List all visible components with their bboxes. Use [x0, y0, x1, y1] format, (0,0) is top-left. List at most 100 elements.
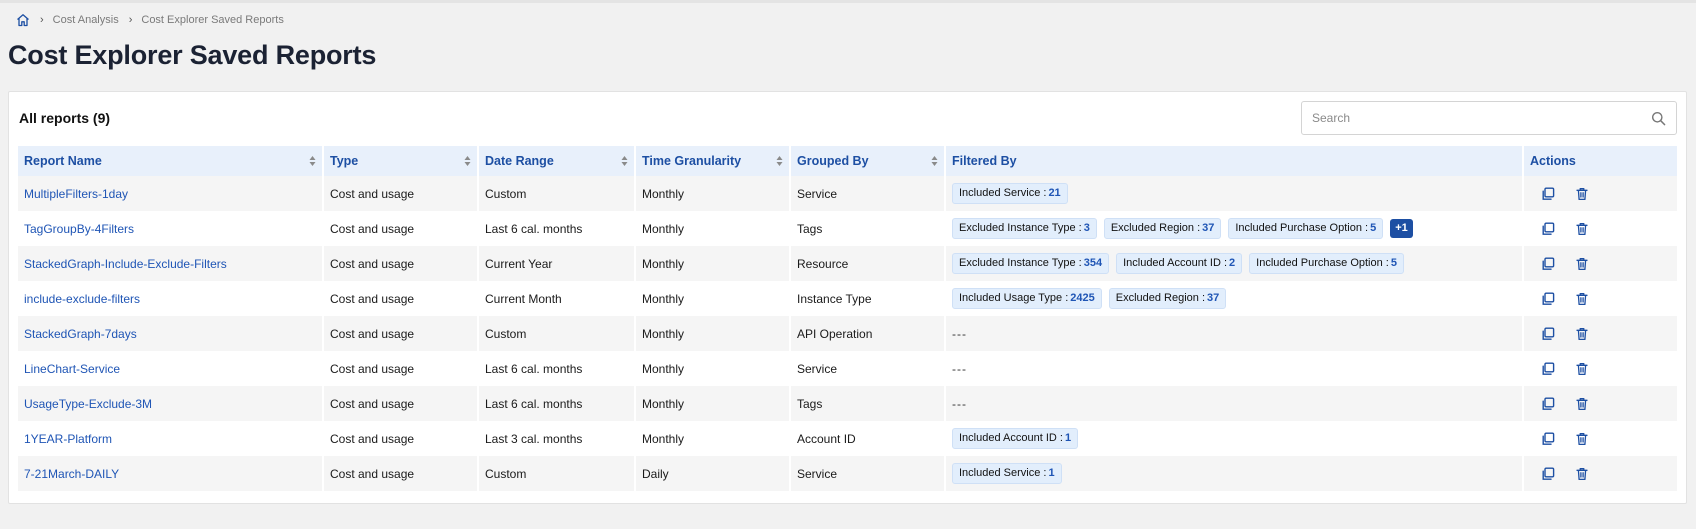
breadcrumb-item-current: Cost Explorer Saved Reports [141, 14, 284, 26]
cell-filtered-by: Included Account ID :1 [946, 421, 1524, 456]
cell-date-range: Custom [479, 316, 636, 351]
report-name-link[interactable]: 7-21March-DAILY [24, 467, 119, 481]
column-header-time-granularity[interactable]: Time Granularity [636, 146, 791, 176]
reports-count-title: All reports (9) [19, 110, 111, 126]
cell-report-name: 7-21March-DAILY [18, 456, 324, 491]
no-filters-placeholder: --- [952, 396, 967, 411]
trash-icon[interactable] [1574, 396, 1590, 412]
duplicate-icon[interactable] [1540, 396, 1556, 412]
filter-tag-label: Included Account ID : [959, 432, 1063, 444]
report-name-link[interactable]: StackedGraph-Include-Exclude-Filters [24, 257, 227, 271]
cell-grouped-by: Tags [791, 211, 946, 246]
trash-icon[interactable] [1574, 291, 1590, 307]
search-box [1301, 101, 1677, 135]
table-row: TagGroupBy-4Filters Cost and usage Last 6 … [18, 211, 1677, 246]
cell-actions [1524, 386, 1677, 421]
home-icon[interactable] [16, 13, 30, 27]
row-actions [1530, 466, 1671, 482]
trash-icon[interactable] [1574, 186, 1590, 202]
report-name-link[interactable]: include-exclude-filters [24, 292, 140, 306]
cell-date-range: Current Month [479, 281, 636, 316]
report-name-link[interactable]: MultipleFilters-1day [24, 187, 128, 201]
trash-icon[interactable] [1574, 326, 1590, 342]
duplicate-icon[interactable] [1540, 466, 1556, 482]
duplicate-icon[interactable] [1540, 326, 1556, 342]
table-row: 7-21March-DAILY Cost and usage Custom Daily… [18, 456, 1677, 491]
report-name-link[interactable]: LineChart-Service [24, 362, 120, 376]
cell-grouped-by: Resource [791, 246, 946, 281]
filter-tag-count: 354 [1083, 257, 1103, 269]
cell-type: Cost and usage [324, 456, 479, 491]
table-row: include-exclude-filters Cost and usage Cur… [18, 281, 1677, 316]
cell-report-name: UsageType-Exclude-3M [18, 386, 324, 421]
cell-grouped-by: Service [791, 176, 946, 211]
trash-icon[interactable] [1574, 221, 1590, 237]
trash-icon[interactable] [1574, 466, 1590, 482]
duplicate-icon[interactable] [1540, 361, 1556, 377]
report-name-link[interactable]: UsageType-Exclude-3M [24, 397, 152, 411]
cell-grouped-by: Account ID [791, 421, 946, 456]
filter-tag: Included Account ID :1 [952, 428, 1079, 449]
duplicate-icon[interactable] [1540, 291, 1556, 307]
cell-grouped-by: Service [791, 456, 946, 491]
filter-tag-label: Included Service : [959, 467, 1047, 479]
cell-date-range: Last 6 cal. months [479, 211, 636, 246]
search-icon[interactable] [1651, 111, 1666, 126]
reports-table: Report Name Type Date Range Time Granula… [18, 146, 1677, 491]
table-row: 1YEAR-Platform Cost and usage Last 3 cal. … [18, 421, 1677, 456]
column-header-label: Type [330, 154, 359, 168]
column-header-grouped-by[interactable]: Grouped By [791, 146, 946, 176]
more-filters-badge[interactable]: +1 [1390, 219, 1413, 238]
cell-actions [1524, 281, 1677, 316]
row-actions [1530, 256, 1671, 272]
column-header-filtered-by: Filtered By [946, 146, 1524, 176]
sort-icon[interactable] [776, 155, 783, 167]
column-header-type[interactable]: Type [324, 146, 479, 176]
column-header-label: Grouped By [797, 154, 869, 168]
cell-date-range: Custom [479, 176, 636, 211]
cell-time-granularity: Monthly [636, 246, 791, 281]
top-border [0, 0, 1696, 3]
cell-filtered-by: Included Service :21 [946, 176, 1524, 211]
sort-icon[interactable] [931, 155, 938, 167]
cell-time-granularity: Monthly [636, 351, 791, 386]
sort-icon[interactable] [621, 155, 628, 167]
trash-icon[interactable] [1574, 361, 1590, 377]
search-input[interactable] [1312, 102, 1632, 134]
no-filters-placeholder: --- [952, 326, 967, 341]
filter-tag: Included Service :1 [952, 463, 1062, 484]
cell-type: Cost and usage [324, 421, 479, 456]
cell-time-granularity: Monthly [636, 316, 791, 351]
filter-tag-count: 5 [1390, 257, 1397, 269]
column-header-date-range[interactable]: Date Range [479, 146, 636, 176]
sort-icon[interactable] [464, 155, 471, 167]
duplicate-icon[interactable] [1540, 256, 1556, 272]
column-header-report-name[interactable]: Report Name [18, 146, 324, 176]
trash-icon[interactable] [1574, 256, 1590, 272]
duplicate-icon[interactable] [1540, 431, 1556, 447]
cell-filtered-by: --- [946, 386, 1524, 421]
sort-icon[interactable] [309, 155, 316, 167]
cell-report-name: StackedGraph-7days [18, 316, 324, 351]
table-header-row: Report Name Type Date Range Time Granula… [18, 146, 1677, 176]
filter-tag-label: Excluded Region : [1115, 292, 1206, 304]
breadcrumb-item-cost-analysis[interactable]: Cost Analysis [53, 14, 119, 26]
duplicate-icon[interactable] [1540, 221, 1556, 237]
cell-date-range: Current Year [479, 246, 636, 281]
cell-grouped-by: Instance Type [791, 281, 946, 316]
cell-filtered-by: --- [946, 351, 1524, 386]
filter-tag-label: Included Service : [959, 187, 1047, 199]
breadcrumb-separator: › [40, 14, 44, 26]
table-row: StackedGraph-7days Cost and usage Custom Mo… [18, 316, 1677, 351]
report-name-link[interactable]: StackedGraph-7days [24, 327, 137, 341]
trash-icon[interactable] [1574, 431, 1590, 447]
column-header-label: Date Range [485, 154, 554, 168]
report-name-link[interactable]: TagGroupBy-4Filters [24, 222, 134, 236]
reports-card: All reports (9) Report Name Type Date Ra… [8, 91, 1687, 504]
table-row: MultipleFilters-1day Cost and usage Custom… [18, 176, 1677, 211]
breadcrumb: › Cost Analysis › Cost Explorer Saved Re… [16, 11, 284, 29]
filter-tag: Excluded Region :37 [1108, 288, 1227, 309]
cell-time-granularity: Daily [636, 456, 791, 491]
report-name-link[interactable]: 1YEAR-Platform [24, 432, 112, 446]
duplicate-icon[interactable] [1540, 186, 1556, 202]
